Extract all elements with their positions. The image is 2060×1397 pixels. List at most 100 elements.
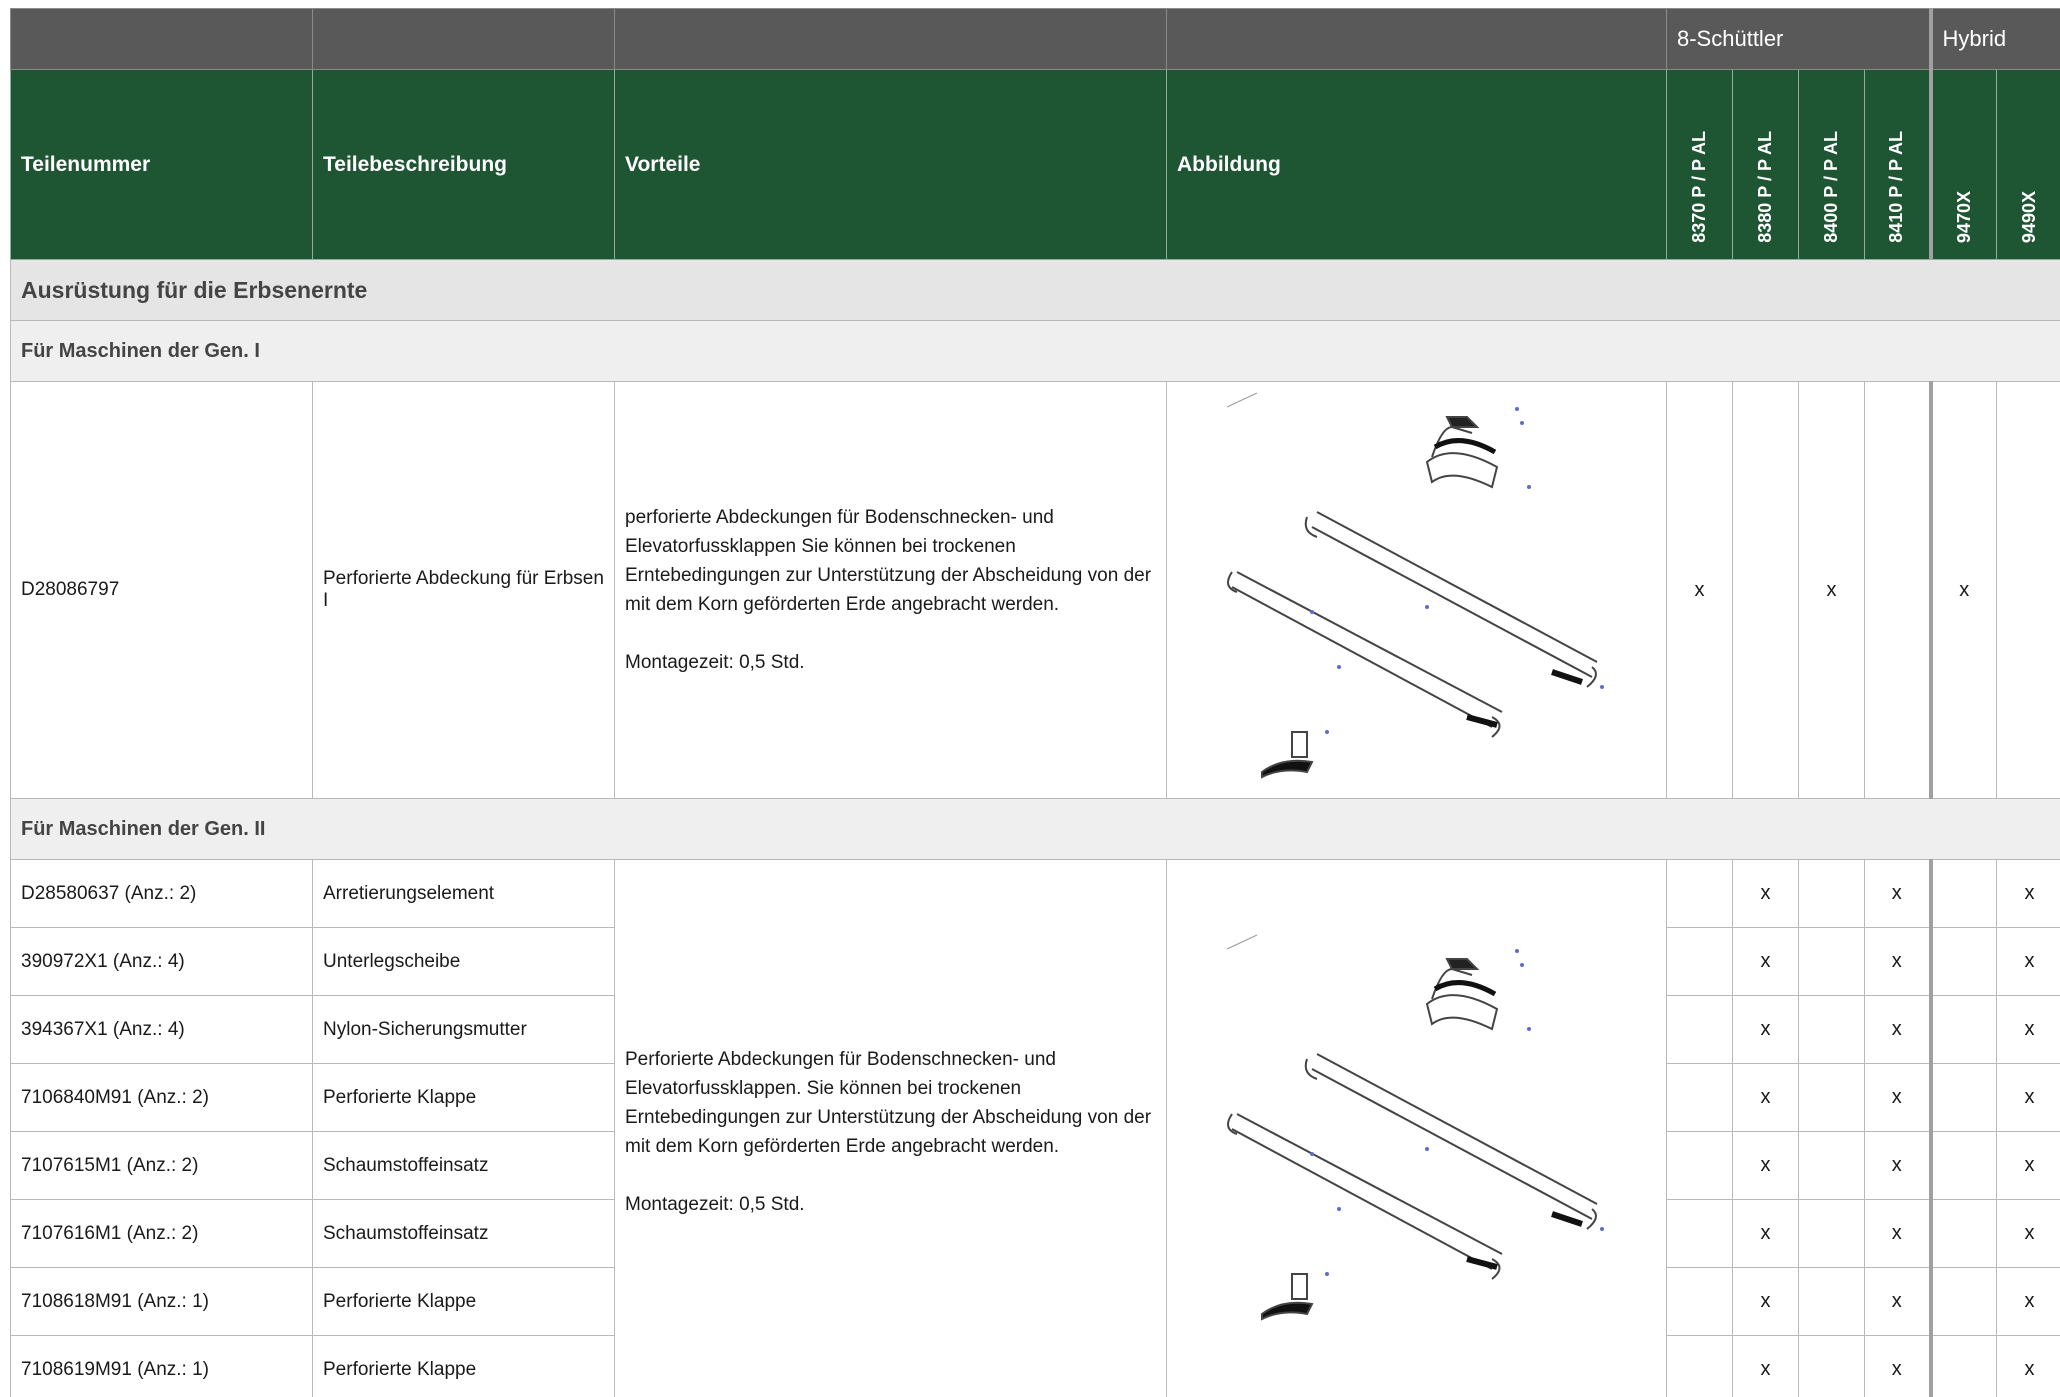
column-header-row: Teilenummer Teilebeschreibung Vorteile A… [10,69,2060,260]
fitment-9490x: x [1996,1063,2060,1132]
group-schuettler: 8-Schüttler [1665,8,1932,70]
illustration-cell [1166,381,1667,799]
fitment-9490x [1996,381,2060,799]
illustration-cell [1166,859,1667,1397]
fitment-8370 [1666,1199,1733,1268]
group-hybrid-label: Hybrid [1942,26,2007,51]
header-teilebeschreibung: Teilebeschreibung [312,69,615,260]
header-model-8400: 8400 P / P AL [1798,69,1865,260]
advantages-cell: perforierte Abdeckungen für Bodenschneck… [614,381,1167,799]
empty-header-cell [312,8,615,70]
fitment-9470x [1928,995,1998,1064]
fitment-9490x: x [1996,927,2060,996]
fitment-8400 [1798,1199,1865,1268]
advantages-text: Perforierte Abdeckungen für Bodenschneck… [625,1048,1152,1157]
fitment-9490x: x [1996,1199,2060,1268]
empty-header-cell [1166,8,1667,70]
header-model-8380: 8380 P / P AL [1732,69,1799,260]
fitment-8370 [1666,1063,1733,1132]
assembly-time: Montagezeit: 0,5 Std. [625,1193,805,1215]
fitment-8400 [1798,1131,1865,1200]
part-number: 7107616M1 (Anz.: 2) [10,1199,313,1268]
fitment-8410: x [1863,1335,1932,1397]
group-schuettler-label: 8-Schüttler [1677,26,1784,51]
subsection-gen2-title: Für Maschinen der Gen. II [10,798,2060,860]
table-row: D28580637 (Anz.: 2) Arretierungselement Pe… [10,859,2060,1397]
section-title-row: Ausrüstung für die Erbsenernte [10,259,2060,321]
part-number: 394367X1 (Anz.: 4) [10,995,313,1064]
header-model-8370: 8370 P / P AL [1666,69,1733,260]
header-teilenummer: Teilenummer [10,69,313,260]
fitment-9470x [1928,927,1998,996]
section-title: Ausrüstung für die Erbsenernte [10,259,2060,321]
fitment-8400 [1798,1335,1865,1397]
part-number: 390972X1 (Anz.: 4) [10,927,313,996]
part-description: Perforierte Klappe [312,1335,615,1397]
fitment-8410: x [1863,1199,1932,1268]
part-description: Unterlegscheibe [312,927,615,996]
fitment-8370 [1666,1131,1733,1200]
fitment-8380: x [1732,1335,1799,1397]
fitment-8380 [1732,381,1799,799]
assembly-time: Montagezeit: 0,5 Std. [625,652,805,673]
fitment-8380: x [1732,1063,1799,1132]
header-model-9490x: 9490X [1996,69,2060,260]
fitment-8400 [1798,995,1865,1064]
fitment-8380: x [1732,859,1799,928]
fitment-8370: x [1666,381,1733,799]
fitment-8410 [1863,381,1932,799]
fitment-9490x: x [1996,995,2060,1064]
fitment-8370 [1666,859,1733,928]
part-description: Arretierungselement [312,859,615,928]
fitment-8380: x [1732,1199,1799,1268]
parts-table: 8-Schüttler Hybrid Teilenummer Teilebesc… [10,8,2060,1397]
fitment-9470x [1928,1335,1998,1397]
fitment-8400 [1798,859,1865,928]
part-description: Schaumstoffeinsatz [312,1199,615,1268]
fitment-8410: x [1863,859,1932,928]
parts-table-sheet: 8-Schüttler Hybrid Teilenummer Teilebesc… [10,8,2060,1397]
fitment-8410: x [1863,1267,1932,1336]
fitment-8370 [1666,995,1733,1064]
header-abbildung: Abbildung [1166,69,1667,260]
table-row-gen1: D28086797 Perforierte Abdeckung für Erbs… [10,381,2060,799]
fitment-9470x [1928,1063,1998,1132]
fitment-8380: x [1732,1131,1799,1200]
part-description: Schaumstoffeinsatz [312,1131,615,1200]
fitment-9490x: x [1996,1131,2060,1200]
header-model-8410: 8410 P / P AL [1863,69,1932,260]
fitment-9470x [1928,1267,1998,1336]
fitment-8410: x [1863,927,1932,996]
part-description: Nylon-Sicherungsmutter [312,995,615,1064]
fitment-9490x: x [1996,1335,2060,1397]
part-number: D28086797 [10,381,313,799]
fitment-9490x: x [1996,859,2060,928]
fitment-9470x: x [1928,381,1998,799]
subsection-gen1-row: Für Maschinen der Gen. I [10,320,2060,382]
fitment-8380: x [1732,995,1799,1064]
part-number: 7107615M1 (Anz.: 2) [10,1131,313,1200]
group-hybrid: Hybrid [1928,8,2060,70]
fitment-8410: x [1863,1063,1932,1132]
part-description: Perforierte Abdeckung für Erbsen I [312,381,615,799]
header-model-9470x: 9470X [1928,69,1998,260]
fitment-9490x: x [1996,1267,2060,1336]
advantages-cell: Perforierte Abdeckungen für Bodenschneck… [614,859,1167,1397]
part-description: Perforierte Klappe [312,1063,615,1132]
part-number: 7106840M91 (Anz.: 2) [10,1063,313,1132]
fitment-8370 [1666,1335,1733,1397]
fitment-8410: x [1863,995,1932,1064]
fitment-9470x [1928,859,1998,928]
fitment-8400 [1798,1267,1865,1336]
fitment-8370 [1666,927,1733,996]
fitment-9470x [1928,1131,1998,1200]
parts-illustration [1226,934,1604,1321]
fitment-8400: x [1798,381,1865,799]
empty-header-cell [10,8,313,70]
header-vorteile: Vorteile [614,69,1167,260]
fitment-8380: x [1732,927,1799,996]
fitment-8410: x [1863,1131,1932,1200]
fitment-8370 [1666,1267,1733,1336]
fitment-9470x [1928,1199,1998,1268]
part-number: D28580637 (Anz.: 2) [10,859,313,928]
